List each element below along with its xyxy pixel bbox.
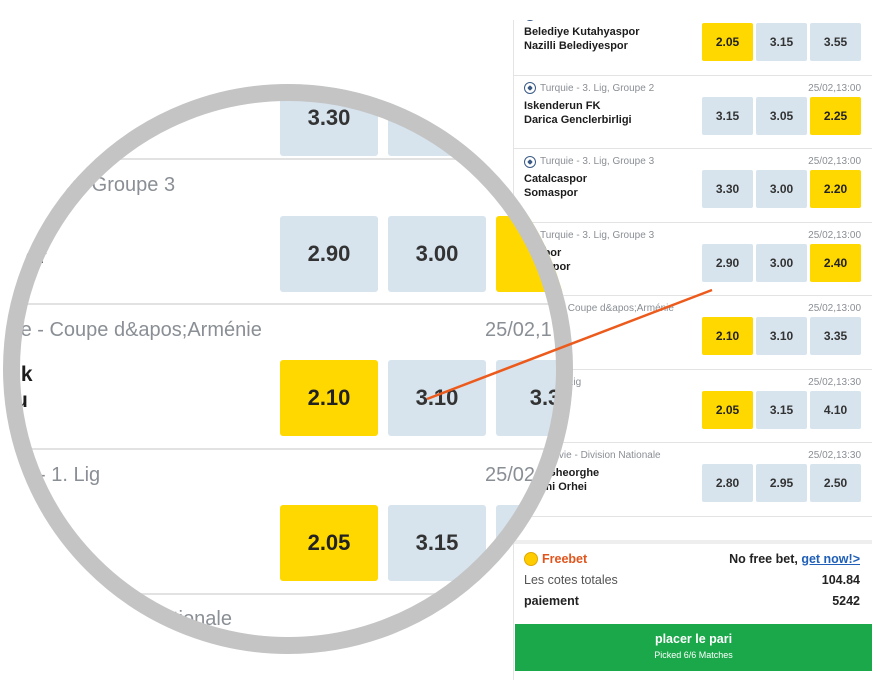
league-name: énie - Coupe d&apos;Arménie (540, 303, 674, 314)
zoom-odd-top: 3.30 (280, 84, 378, 156)
league-name: Turquie - 3. Lig, Groupe 3 (540, 156, 655, 167)
odds-button[interactable]: 2.25 (810, 96, 861, 135)
odds-button[interactable]: 3.15 (702, 96, 753, 135)
odds-button[interactable]: 3.30 (702, 170, 753, 208)
zoom-league-3: - 1. Lig (39, 464, 101, 486)
zoom-divider (3, 448, 573, 450)
zoom-league-2: nie - Coupe d&apos;Arménie (5, 319, 262, 341)
zoom-team-2a: ik (15, 363, 33, 386)
zoom-team-1: spor (3, 245, 47, 268)
zoom-league-1: ig, Groupe 3 (65, 174, 176, 196)
zoom-odd-1-3: 2 (496, 216, 573, 292)
odds-button[interactable]: 2.20 (810, 170, 861, 208)
zoom-odd-2-2: 3.10 (388, 360, 486, 436)
match-header: Turquie - 3. Lig, Groupe 3 25/02,13:00 (524, 229, 861, 242)
odds-button[interactable]: 4.10 (810, 390, 861, 429)
zoom-odd-2-1: 2.10 (280, 360, 378, 436)
league-name: ie - 1. Lig (540, 377, 808, 388)
match-header: Turquie - 3. Lig, Groupe 2 25/02,13:00 (524, 20, 861, 21)
match-header: Turquie - 3. Lig, Groupe 3 25/02,13:00 (524, 155, 861, 168)
magnified-content: 3.30 ig, Groupe 3 spor 2.90 3.00 2 nie -… (3, 84, 573, 654)
freebet-row: Freebet No free bet, get now!> (524, 548, 860, 569)
league-name: Turquie - 3. Lig, Groupe 2 (540, 82, 655, 94)
match-row: Turquie - 3. Lig, Groupe 2 25/02,13:00 B… (514, 20, 872, 76)
match-time: 25/02,13:00 (808, 82, 861, 94)
odds-button[interactable]: 3.15 (756, 23, 807, 61)
odds-button[interactable]: 3.35 (810, 317, 861, 355)
get-now-link[interactable]: get now!> (801, 552, 860, 566)
zoom-odd-3-3 (496, 505, 573, 581)
total-odds-value: 104.84 (821, 572, 860, 587)
odds-button[interactable]: 2.05 (702, 23, 753, 61)
odds-button[interactable]: 3.05 (756, 96, 807, 135)
odds-button[interactable]: 2.40 (810, 243, 861, 282)
zoom-team-2b: u (15, 389, 28, 412)
match-header: Turquie - 3. Lig, Groupe 2 25/02,13:00 (524, 82, 861, 95)
odds-button[interactable]: 3.10 (756, 317, 807, 355)
odds-button[interactable]: 2.10 (702, 317, 753, 355)
payout-value: 5242 (832, 593, 860, 608)
zoom-odd-top-2 (388, 84, 486, 156)
match-header: ie - 1. Lig 25/02,13:30 (524, 376, 861, 389)
odds-button[interactable]: 3.00 (756, 170, 807, 208)
odds-button[interactable]: 3.00 (756, 243, 807, 282)
zoom-divider (3, 158, 573, 160)
zoom-time-3: 25/02 (485, 464, 536, 486)
zoom-odd-1-2: 3.00 (388, 216, 486, 292)
match-time: 25/02,13:00 (808, 156, 861, 167)
team-names: Belediye Kutahyaspor Nazilli Belediyespo… (524, 25, 640, 53)
odds-button[interactable]: 3.15 (756, 390, 807, 429)
no-free-bet-text: No free bet, get now!> (729, 552, 860, 566)
zoom-odd-3-2: 3.15 (388, 505, 486, 581)
odds-button[interactable]: 3.55 (810, 23, 861, 61)
no-free-bet-label: No free bet, (729, 551, 802, 566)
odds-button[interactable]: 2.50 (810, 464, 861, 502)
zoom-odd-1-1: 2.90 (280, 216, 378, 292)
bet-summary: Freebet No free bet, get now!> Les cotes… (524, 548, 860, 611)
match-header: énie - Coupe d&apos;Arménie 25/02,13:00 (524, 302, 861, 315)
zoom-odd-3-1: 2.05 (280, 505, 378, 581)
match-time: 25/02,13:30 (808, 376, 861, 388)
match-time: 25/02,13:30 (808, 450, 861, 461)
zoom-time-2: 25/02,1 (485, 319, 552, 341)
payout-row: paiement 5242 (524, 590, 860, 611)
match-time: 25/02,13:00 (808, 303, 861, 314)
odds-button[interactable]: 2.80 (702, 464, 753, 502)
zoom-odd-2-3: 3.3 (496, 360, 573, 436)
odds-button[interactable]: 2.95 (756, 464, 807, 502)
home-team: Belediye Kutahyaspor (524, 26, 640, 38)
away-team: Nazilli Belediyespor (524, 40, 628, 52)
total-odds-row: Les cotes totales 104.84 (524, 569, 860, 590)
league-name: oldavie - Division Nationale (540, 450, 661, 461)
magnifier-lens: 3.30 ig, Groupe 3 spor 2.90 3.00 2 nie -… (3, 84, 573, 654)
odds-button[interactable]: 2.05 (702, 390, 753, 429)
match-time: 25/02,13:00 (808, 229, 861, 241)
zoom-divider (3, 593, 573, 595)
zoom-league-4: tionale (173, 608, 232, 630)
football-icon (524, 20, 536, 21)
odds-button[interactable]: 2.90 (702, 243, 753, 282)
zoom-divider (3, 303, 573, 305)
match-header: oldavie - Division Nationale 25/02,13:30 (524, 449, 861, 462)
league-name: Turquie - 3. Lig, Groupe 3 (540, 229, 655, 241)
